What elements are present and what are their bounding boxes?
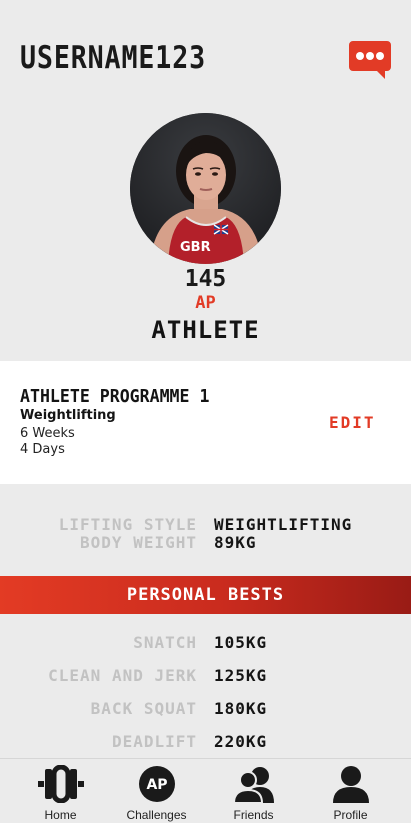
pb-value: 220KG [214, 732, 268, 751]
programme-duration: 6 Weeks [20, 426, 75, 441]
detail-label: LIFTING STYLE [58, 515, 197, 534]
ap-badge-icon: AP [138, 765, 176, 807]
edit-programme-button[interactable]: EDIT [329, 413, 376, 432]
header: USERNAME123 [0, 0, 411, 100]
detail-row-body-weight: BODY WEIGHT 89KG [0, 533, 411, 553]
detail-label: BODY WEIGHT [80, 533, 197, 552]
barbell-plate-icon [37, 764, 84, 807]
ap-badge-text: AP [146, 777, 167, 793]
nav-label: Friends [233, 808, 274, 822]
pb-label: DEADLIFT [111, 732, 197, 751]
nav-label: Profile [333, 808, 368, 822]
chat-bubble-icon [349, 41, 391, 79]
nav-item-challenges[interactable]: AP Challenges [108, 759, 205, 823]
programme-sport: Weightlifting [20, 408, 116, 423]
username: USERNAME123 [20, 40, 207, 76]
nav-item-friends[interactable]: Friends [205, 759, 302, 823]
nav-item-profile[interactable]: Profile [302, 759, 399, 823]
friends-icon [232, 765, 274, 807]
bottom-nav: Home AP Challenges Friends Profile [0, 758, 411, 823]
pb-value: 180KG [214, 699, 268, 718]
pb-row-snatch: SNATCH 105KG [0, 633, 411, 653]
chat-button[interactable] [349, 41, 391, 79]
pb-value: 105KG [214, 633, 268, 652]
pb-label: SNATCH [133, 633, 197, 652]
nav-item-home[interactable]: Home [12, 759, 109, 823]
pb-row-deadlift: DEADLIFT 220KG [0, 732, 411, 752]
pb-row-clean-and-jerk: CLEAN AND JERK 125KG [0, 666, 411, 686]
programme-title: ATHLETE PROGRAMME 1 [20, 386, 210, 407]
programme-card: ATHLETE PROGRAMME 1 Weightlifting 6 Week… [0, 361, 411, 484]
pb-value: 125KG [214, 666, 268, 685]
pb-label: CLEAN AND JERK [48, 666, 197, 685]
detail-value: WEIGHTLIFTING [214, 515, 353, 534]
personal-bests-title: PERSONAL BESTS [126, 585, 285, 605]
detail-row-lifting-style: LIFTING STYLE WEIGHTLIFTING [0, 515, 411, 535]
detail-value: 89KG [214, 533, 257, 552]
svg-text:GBR: GBR [180, 240, 211, 255]
avatar[interactable]: GBR [130, 113, 281, 264]
nav-label: Home [44, 808, 77, 822]
pb-row-back-squat: BACK SQUAT 180KG [0, 699, 411, 719]
role-label: ATHLETE [151, 316, 260, 344]
programme-frequency: 4 Days [20, 442, 65, 457]
points-value: 145 [184, 266, 227, 292]
profile-icon [332, 765, 369, 807]
athlete-photo: GBR [130, 113, 281, 264]
nav-label: Challenges [126, 808, 187, 822]
personal-bests-banner: PERSONAL BESTS [0, 576, 411, 614]
points-unit: AP [195, 293, 216, 313]
pb-label: BACK SQUAT [90, 699, 197, 718]
